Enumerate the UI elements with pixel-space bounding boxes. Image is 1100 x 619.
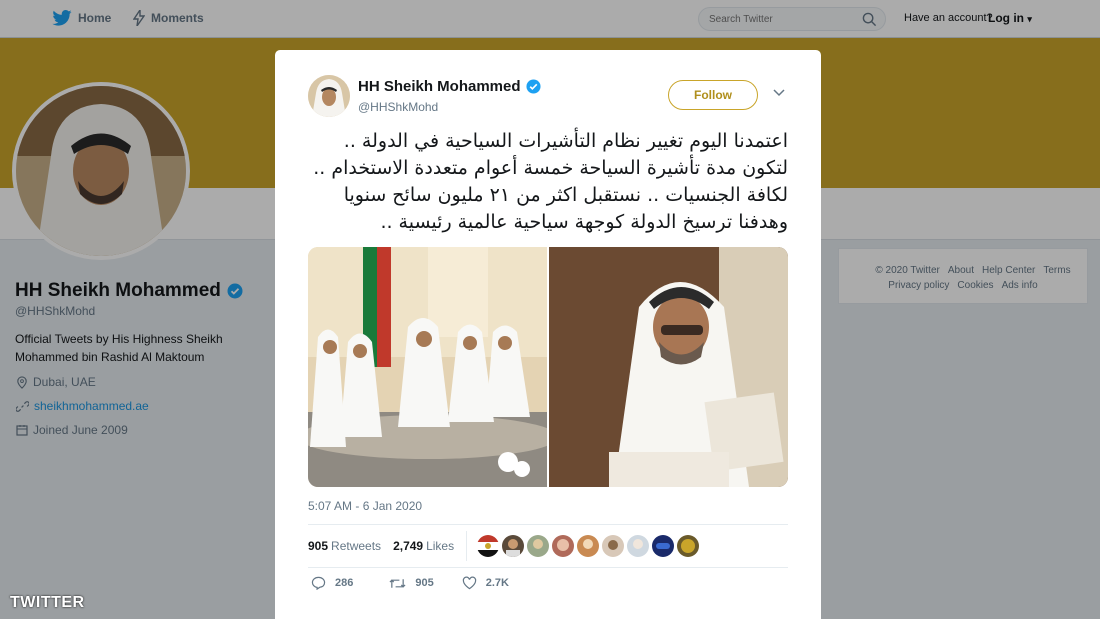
source-watermark: TWITTER	[10, 594, 85, 611]
like-action[interactable]: 2.7K	[462, 576, 509, 590]
tweet-author-name[interactable]: HH Sheikh Mohammed	[358, 78, 541, 95]
retweets-label: Retweets	[331, 539, 382, 553]
liker-avatar[interactable]	[627, 535, 650, 557]
retweet-count: 905	[415, 577, 434, 589]
person-avatar-image	[577, 535, 600, 557]
logo-avatar-image	[652, 535, 675, 557]
tweet-author-name-text: HH Sheikh Mohammed	[358, 78, 521, 95]
liker-avatar[interactable]	[527, 535, 550, 557]
liker-avatar[interactable]	[502, 535, 525, 557]
reply-action[interactable]: 286	[311, 576, 353, 590]
likes-label: Likes	[426, 539, 455, 553]
tweet-stats: 905 Retweets 2,749 Likes	[308, 524, 788, 568]
liker-avatars	[477, 535, 700, 557]
reply-count: 286	[335, 577, 354, 589]
like-count: 2.7K	[485, 577, 509, 589]
person-avatar-image	[602, 535, 625, 557]
retweet-action[interactable]: 905	[389, 577, 434, 590]
meeting-photo-image	[308, 247, 547, 487]
retweets-stat[interactable]: 905 Retweets	[308, 539, 381, 553]
portrait-photo-image	[549, 247, 788, 487]
chevron-down-icon[interactable]	[773, 89, 785, 97]
likes-stat[interactable]: 2,749 Likes	[393, 539, 454, 553]
person-avatar-image	[527, 535, 550, 557]
reply-icon	[311, 576, 326, 590]
tweet-text: اعتمدنا اليوم تغيير نظام التأشيرات السيا…	[313, 130, 788, 233]
tweet-timestamp[interactable]: 5:07 AM - 6 Jan 2020	[308, 499, 422, 513]
stats-divider	[466, 531, 468, 561]
retweet-icon	[389, 578, 406, 588]
logo-avatar-image	[677, 535, 700, 557]
liker-avatar[interactable]	[652, 535, 675, 557]
tweet-photo-meeting[interactable]	[308, 247, 547, 487]
tweet-photos	[308, 247, 788, 487]
person-avatar-image	[502, 535, 525, 557]
tweet-author-handle[interactable]: @HHShkMohd	[358, 100, 438, 114]
heart-icon	[462, 576, 476, 590]
verified-badge-icon	[526, 79, 541, 94]
tweet-photo-portrait[interactable]	[549, 247, 788, 487]
flag-avatar-image	[477, 535, 500, 557]
liker-avatar[interactable]	[602, 535, 625, 557]
liker-avatar[interactable]	[477, 535, 500, 557]
likes-count: 2,749	[393, 539, 424, 553]
person-avatar-image	[627, 535, 650, 557]
follow-button[interactable]: Follow	[668, 80, 758, 110]
tweet-author-avatar[interactable]	[308, 75, 350, 117]
tweet-modal: HH Sheikh Mohammed @HHShkMohd Follow اعت…	[275, 50, 821, 619]
liker-avatar[interactable]	[552, 535, 575, 557]
liker-avatar[interactable]	[677, 535, 700, 557]
author-avatar-image	[308, 75, 350, 117]
person-avatar-image	[552, 535, 575, 557]
retweets-count: 905	[308, 539, 329, 553]
tweet-actions: 286 905 2.7K	[311, 576, 509, 590]
liker-avatar[interactable]	[577, 535, 600, 557]
